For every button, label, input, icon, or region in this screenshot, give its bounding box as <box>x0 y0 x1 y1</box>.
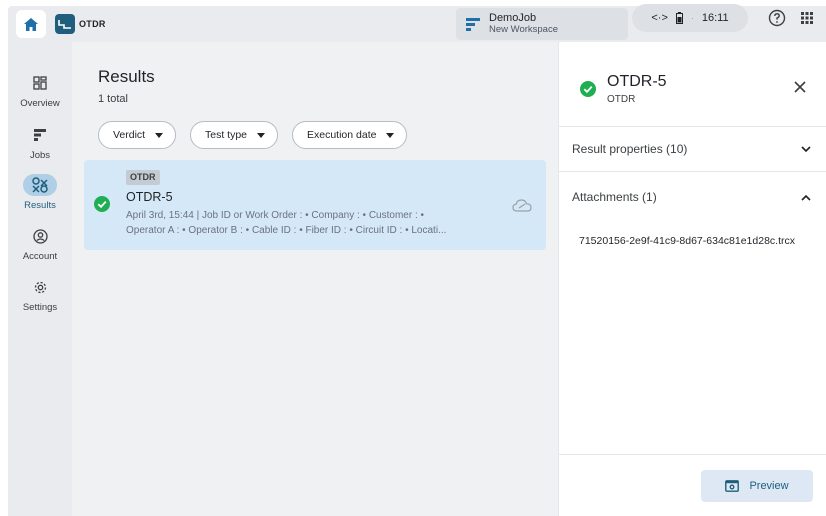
result-name: OTDR-5 <box>126 190 173 204</box>
nav-item-overview[interactable]: Overview <box>8 72 72 109</box>
result-meta-line2: Operator A : • Operator B : • Cable ID :… <box>126 225 447 236</box>
preview-button[interactable]: Preview <box>701 470 813 502</box>
workspace-selector[interactable]: DemoJob New Workspace <box>456 8 628 40</box>
nav-label-settings: Settings <box>22 302 58 313</box>
divider <box>559 126 826 127</box>
preview-label: Preview <box>749 480 789 492</box>
nav-label-results: Results <box>24 200 56 211</box>
result-metadata: April 3rd, 15:44 | Job ID or Work Order … <box>126 208 506 238</box>
chevron-down-icon[interactable] <box>801 146 811 153</box>
caret-down-icon <box>386 132 395 138</box>
home-button[interactable] <box>16 10 46 38</box>
filter-verdict[interactable]: Verdict <box>98 121 177 149</box>
preview-icon <box>725 480 740 492</box>
attachment-file[interactable]: 71520156-2e9f-41c9-8d67-634c81e1d28c.trc… <box>579 234 815 249</box>
cloud-sync-icon <box>512 199 532 212</box>
account-icon <box>32 228 48 244</box>
battery-icon <box>675 12 683 24</box>
apps-grid-icon[interactable] <box>800 11 814 25</box>
status-separator: · <box>690 13 694 23</box>
detail-title: OTDR-5 <box>607 73 667 90</box>
help-icon[interactable] <box>768 9 786 27</box>
workspace-name: DemoJob <box>489 12 537 24</box>
navigation-rail: Overview Jobs Results Account Settings <box>8 42 72 516</box>
status-indicator[interactable]: <·> · 16:11 <box>632 4 748 32</box>
test-type-tag: OTDR <box>126 170 160 185</box>
results-main: Results 1 total Verdict Test type Execut… <box>72 42 558 516</box>
pass-check-icon <box>580 81 596 97</box>
close-icon[interactable] <box>793 80 807 94</box>
filter-verdict-label: Verdict <box>113 129 146 141</box>
divider <box>559 171 826 172</box>
clock-time: 16:11 <box>701 12 729 24</box>
nav-item-jobs[interactable]: Jobs <box>8 124 72 161</box>
nav-label-overview: Overview <box>20 98 60 109</box>
filter-test-type-label: Test type <box>205 129 248 141</box>
results-count: 1 total <box>98 93 128 105</box>
nav-item-account[interactable]: Account <box>8 225 72 262</box>
app-name: OTDR <box>79 19 106 29</box>
result-detail-panel: OTDR-5 OTDR Result properties (10) Attac… <box>558 42 826 516</box>
detail-subtitle: OTDR <box>607 94 636 105</box>
results-icon <box>32 177 48 193</box>
filter-test-type[interactable]: Test type <box>190 121 279 149</box>
workspace-icon <box>466 18 480 31</box>
nav-item-results[interactable]: Results <box>8 174 72 211</box>
nav-label-jobs: Jobs <box>29 150 51 161</box>
caret-down-icon <box>257 132 266 138</box>
settings-icon <box>34 281 46 293</box>
caret-down-icon <box>155 132 164 138</box>
filter-execution-date[interactable]: Execution date <box>292 121 408 149</box>
pass-check-icon <box>94 196 110 212</box>
nav-item-settings[interactable]: Settings <box>8 276 72 313</box>
result-row[interactable]: OTDR OTDR-5 April 3rd, 15:44 | Job ID or… <box>84 160 546 250</box>
divider <box>559 454 826 455</box>
otdr-app-icon[interactable] <box>55 14 75 34</box>
overview-icon <box>33 76 47 90</box>
filter-execution-date-label: Execution date <box>307 129 377 141</box>
workspace-subtitle: New Workspace <box>489 24 558 35</box>
section-result-properties[interactable]: Result properties (10) <box>572 142 687 156</box>
connection-icon: <·> <box>651 12 668 24</box>
jobs-icon <box>34 129 46 141</box>
section-attachments[interactable]: Attachments (1) <box>572 190 657 204</box>
result-meta-line1: April 3rd, 15:44 | Job ID or Work Order … <box>126 210 425 221</box>
chevron-up-icon[interactable] <box>801 194 811 201</box>
home-icon <box>24 17 38 31</box>
nav-label-account: Account <box>22 251 58 262</box>
page-title: Results <box>98 67 155 86</box>
